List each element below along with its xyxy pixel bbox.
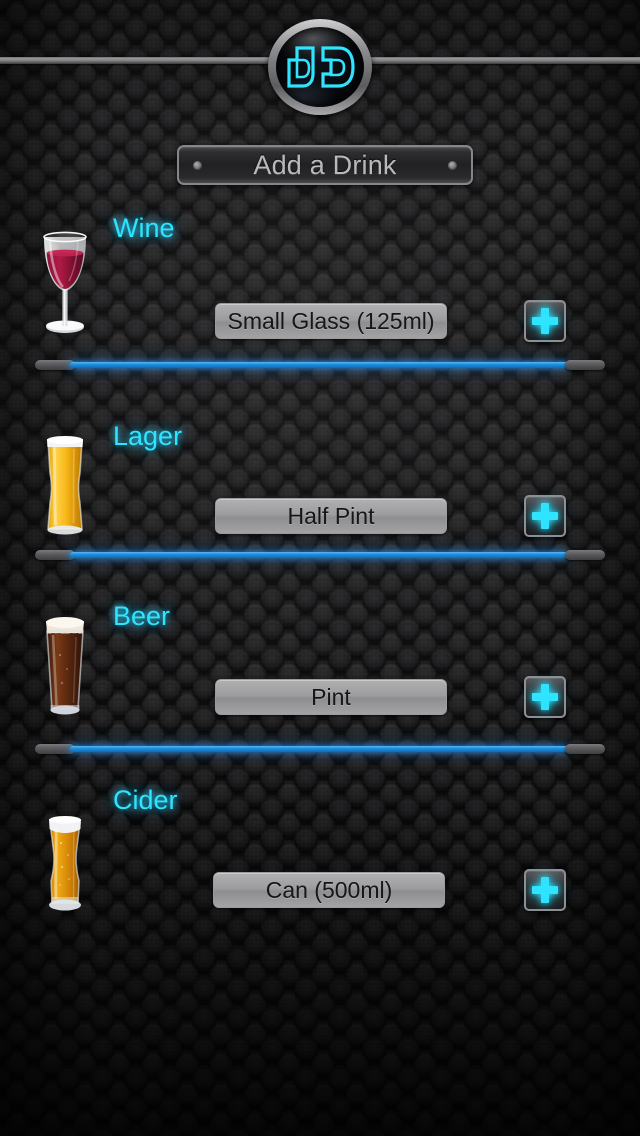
size-select-value-wine: Small Glass (125ml) xyxy=(227,307,435,334)
divider-cap-right xyxy=(565,744,605,754)
divider-cap-left xyxy=(35,550,75,560)
divider-beam xyxy=(70,746,568,752)
size-select-beer[interactable]: Pint xyxy=(215,679,447,715)
plus-icon xyxy=(532,684,558,710)
size-select-value-beer: Pint xyxy=(311,683,351,710)
size-select-value-lager: Half Pint xyxy=(287,502,375,529)
wine-glass-icon xyxy=(34,217,96,342)
app-logo-badge xyxy=(268,19,372,115)
size-select-cider[interactable]: Can (500ml) xyxy=(213,872,445,908)
plus-icon xyxy=(532,308,558,334)
lager-glass-icon xyxy=(34,433,96,548)
add-button-cider[interactable] xyxy=(524,869,566,911)
divider-cap-left xyxy=(35,744,75,754)
add-button-lager[interactable] xyxy=(524,495,566,537)
divider-cap-right xyxy=(565,550,605,560)
divider-beam xyxy=(70,552,568,558)
rivet-dot-left xyxy=(193,160,202,170)
drink-label-cider: Cider xyxy=(113,785,178,815)
app-logo-inner xyxy=(276,27,364,107)
row-divider-3 xyxy=(0,742,640,756)
row-divider-2 xyxy=(0,548,640,562)
divider-beam xyxy=(70,362,568,368)
beer-glass-icon xyxy=(34,613,96,730)
drink-label-wine: Wine xyxy=(113,213,175,243)
page-title-plate: Add a Drink xyxy=(177,145,473,185)
add-button-beer[interactable] xyxy=(524,676,566,718)
size-select-wine[interactable]: Small Glass (125ml) xyxy=(215,303,447,339)
row-divider-1 xyxy=(0,358,640,372)
page-title: Add a Drink xyxy=(253,149,397,180)
plus-icon xyxy=(532,877,558,903)
rivet-dot-right xyxy=(448,160,457,170)
drink-label-lager: Lager xyxy=(113,421,183,451)
size-select-lager[interactable]: Half Pint xyxy=(215,498,447,534)
divider-cap-left xyxy=(35,360,75,370)
drink-label-beer: Beer xyxy=(113,601,171,631)
app-root: Add a Drink Wine Small Glass (125ml) Lag… xyxy=(0,0,640,1136)
size-select-value-cider: Can (500ml) xyxy=(265,876,393,903)
cider-glass-icon xyxy=(34,813,96,926)
divider-cap-right xyxy=(565,360,605,370)
plus-icon xyxy=(532,503,558,529)
dd-logo-icon xyxy=(287,46,355,88)
add-button-wine[interactable] xyxy=(524,300,566,342)
